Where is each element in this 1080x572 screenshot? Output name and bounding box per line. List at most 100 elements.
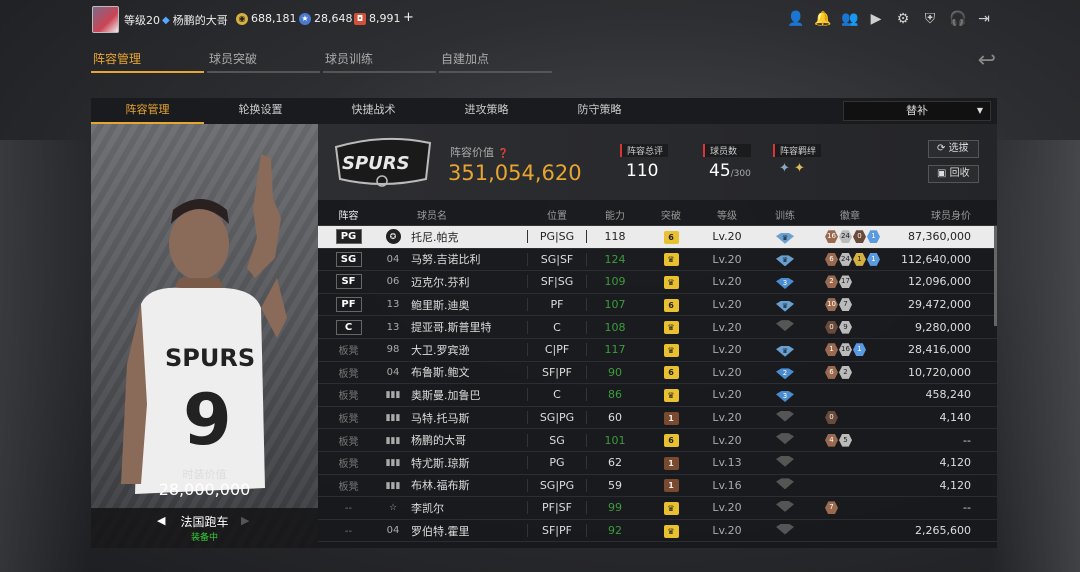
player-count-label: 球员数 [703, 144, 751, 157]
badges-cell: 2 17 [815, 275, 885, 289]
table-row[interactable]: 板凳 ▮▮▮ 布林.福布斯 SG|PG 59 1 Lv.16 4,120 [318, 475, 997, 498]
team-summary: SPURS 阵容价值 ❓ 351,054,620 阵容总评 110 球员数 45… [318, 124, 997, 200]
badges-cell: 10 7 [815, 298, 885, 312]
number-cell: 13 [379, 322, 407, 333]
bench-label: 板凳 [338, 459, 359, 471]
bell-icon[interactable]: 🔔 [814, 11, 831, 27]
profile-icon[interactable]: 👤 [787, 11, 804, 27]
position: C|PF [527, 343, 587, 357]
help-icon[interactable]: ❓ [498, 149, 509, 159]
avatar[interactable] [92, 6, 119, 33]
tab-player-breakthrough[interactable]: 球员突破 [207, 48, 320, 73]
table-row[interactable]: PF 13 鲍里斯.迪奥 PF 107 6 Lv.20 ♛ 10 7 29,472… [318, 294, 997, 317]
crown-icon: ♛ [663, 275, 679, 289]
training-level: 3 [776, 277, 794, 289]
level: Lv.20 [712, 365, 742, 379]
level: Lv.20 [712, 230, 742, 244]
subtab-rotation[interactable]: 轮换设置 [204, 98, 317, 124]
jersey-number: 13 [386, 299, 400, 311]
subtab-quick-tactics[interactable]: 快捷战术 [317, 98, 430, 124]
level: Lv.20 [712, 252, 742, 266]
col-player-name: 球员名 [417, 211, 447, 222]
subtab-offense-strategy[interactable]: 进攻策略 [430, 98, 543, 124]
friends-icon[interactable]: 👥 [841, 11, 858, 27]
exit-icon[interactable]: ⇥ [976, 11, 992, 27]
player-name: 特尤斯.琼斯 [411, 456, 470, 470]
bench-label: 板凳 [338, 368, 359, 380]
breakthrough-cell: 6 [643, 365, 699, 380]
number-cell: ✪ [379, 229, 407, 245]
breakthrough-cell: 6 [643, 230, 699, 244]
lineup-slot: 板凳 [318, 455, 379, 470]
rookie-icon: ▮▮▮ [385, 480, 401, 491]
bench-dropdown[interactable]: 替补 ▼ [843, 101, 991, 121]
gear-icon[interactable]: ⚙ [895, 11, 911, 27]
table-row[interactable]: 板凳 ▮▮▮ 杨鹏的大哥 SG 101 6 Lv.20 45 -- [318, 429, 997, 452]
recycle-label: 回收 [949, 168, 970, 179]
ability: 117 [604, 343, 626, 357]
subtab-defense-strategy[interactable]: 防守策略 [543, 98, 656, 124]
recycle-button[interactable]: ▣ 回收 [928, 165, 979, 183]
star-icon: ★ [299, 12, 311, 25]
scrollbar[interactable] [994, 226, 997, 326]
shield-icon[interactable]: ⛨ [922, 11, 938, 27]
tickets-value: 8,991 [369, 12, 401, 25]
lineup-slot: 板凳 [318, 433, 379, 448]
table-row[interactable]: 板凳 ▮▮▮ 奥斯曼.加鲁巴 C 86 ♛ Lv.20 3 458,240 [318, 384, 997, 407]
lineup-slot: 板凳 [318, 342, 379, 357]
player-name: 杨鹏的大哥 [411, 434, 466, 448]
tab-custom-points[interactable]: 自建加点 [439, 48, 552, 73]
select-button[interactable]: ⟳ 选拔 [928, 140, 979, 158]
table-row[interactable]: 板凳 98 大卫.罗宾逊 C|PF 117 ♛ Lv.20 ♛ 1 16 1 28,… [318, 339, 997, 362]
badge-icon: 2 [825, 275, 838, 289]
lineup-slot: SF [318, 274, 379, 290]
overall-value: 110 [626, 161, 659, 181]
badge-icon: 9 [839, 320, 852, 334]
level: Lv.20 [712, 501, 742, 515]
headset-icon[interactable]: 🎧 [949, 11, 966, 27]
subtab-lineup[interactable]: 阵容管理 [91, 98, 204, 124]
next-arrow-icon[interactable]: ▶ [241, 514, 249, 527]
table-row[interactable]: C 13 提亚哥.斯普里特 C 108 ♛ Lv.20 09 9,280,000 [318, 316, 997, 339]
table-row[interactable]: 板凳 04 布鲁斯.鲍文 SF|PF 90 6 Lv.20 2 62 10,72… [318, 362, 997, 385]
position: SG|SF [527, 252, 587, 266]
badge-icon: 5 [839, 433, 852, 447]
background-left-decor [0, 140, 90, 572]
training-icon [776, 500, 794, 512]
col-breakthrough: 突破 [661, 211, 681, 222]
position: SF|SG [527, 275, 587, 289]
table-row[interactable]: PG ✪ 托尼.帕克 PG|SG 118 6 Lv.20 ♛ 16 24 0 1 87… [318, 226, 997, 249]
ability: 90 [608, 365, 622, 379]
tab-lineup-management[interactable]: 阵容管理 [91, 48, 204, 73]
breakthrough-cell: ♛ [643, 388, 699, 402]
tab-player-training[interactable]: 球员训练 [323, 48, 436, 73]
badge-icon: 16 [839, 343, 852, 357]
gold-coin-icon: ◉ [236, 12, 248, 25]
table-row[interactable]: SF 06 迈克尔.芬利 SF|SG 109 ♛ Lv.20 3 2 17 12,… [318, 271, 997, 294]
number-cell: 06 [379, 276, 407, 287]
table-row[interactable]: -- 04 罗伯特.霍里 SF|PF 92 ♛ Lv.20 2,265,600 [318, 520, 997, 543]
training-cell [755, 500, 815, 515]
recycle-icon: ▣ [937, 168, 950, 179]
position-tag: SF [335, 274, 362, 290]
back-arrow-icon[interactable]: ↩ [978, 48, 996, 73]
table-header: 阵容 球员名 位置 能力 突破 等级 训练 徽章 球员身价 [318, 204, 997, 226]
training-cell: ♛ [755, 252, 815, 267]
col-level: 等级 [717, 211, 737, 222]
add-currency-button[interactable]: + [403, 10, 414, 25]
training-icon [776, 320, 794, 332]
breakthrough-cell: 6 [643, 433, 699, 448]
badges-cell: 7 [815, 501, 885, 515]
badge-icon: 0 [853, 230, 866, 244]
player-value: 112,640,000 [901, 252, 971, 266]
table-row[interactable]: 板凳 ▮▮▮ 马特.托马斯 SG|PG 60 1 Lv.20 0 4,140 [318, 407, 997, 430]
table-row[interactable]: 板凳 ▮▮▮ 特尤斯.琼斯 PG 62 1 Lv.13 4,120 [318, 452, 997, 475]
bond-icons[interactable]: ✦ ✦ [773, 161, 821, 176]
level: Lv.20 [712, 320, 742, 334]
points-value: 28,648 [314, 12, 353, 25]
table-row[interactable]: SG 04 马努.吉诺比利 SG|SF 124 ♛ Lv.20 ♛ 6 24 1 1 … [318, 249, 997, 272]
video-icon[interactable]: ▶ [868, 11, 884, 27]
badge-icon: 1 [867, 230, 880, 244]
table-row[interactable]: -- ☆ 李凯尔 PF|SF 99 ♛ Lv.20 7 -- [318, 497, 997, 520]
dropdown-value: 替补 [906, 104, 928, 117]
